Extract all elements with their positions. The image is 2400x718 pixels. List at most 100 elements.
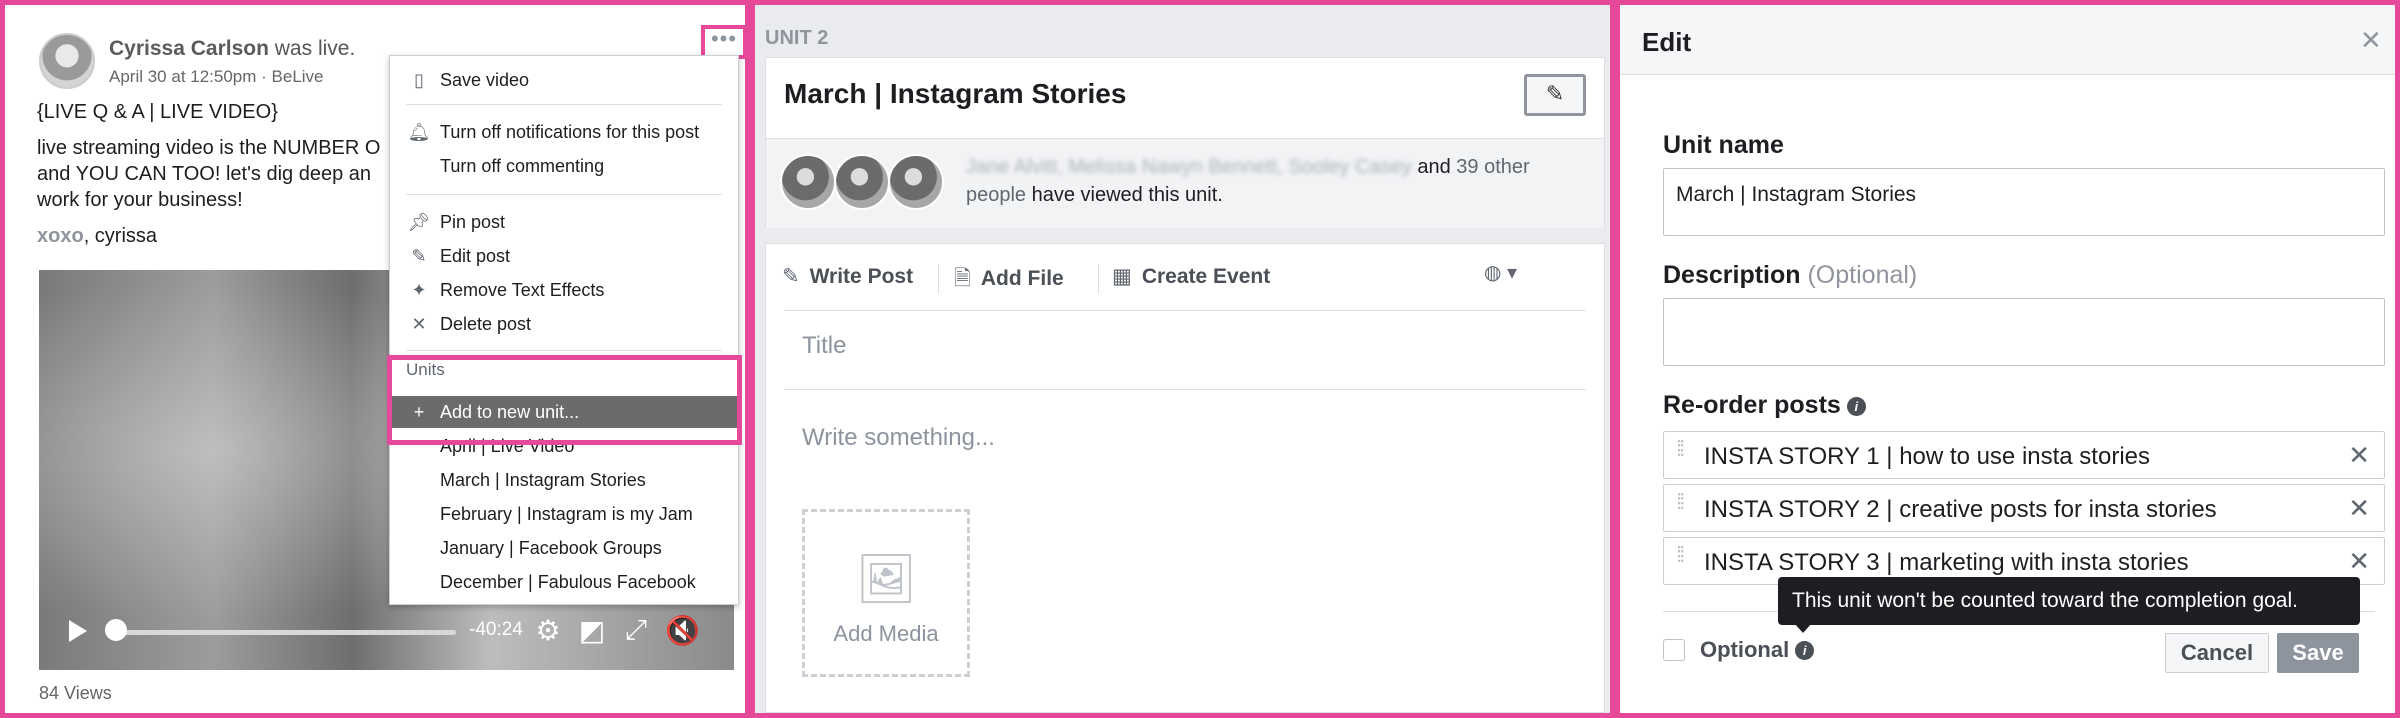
menu-divider bbox=[406, 104, 722, 105]
audience-selector[interactable]: ◍ ▾ bbox=[1484, 260, 1517, 285]
menu-item-remove-text-effects[interactable]: ✦ Remove Text Effects bbox=[390, 274, 738, 306]
menu-item-save-video[interactable]: ▯ Save video bbox=[390, 64, 738, 96]
unit-title: March | Instagram Stories bbox=[784, 78, 1127, 109]
menu-item-label: Edit post bbox=[440, 246, 511, 266]
tab-divider bbox=[1098, 264, 1099, 294]
optional-label-text: Optional bbox=[1700, 637, 1790, 662]
post-line: live streaming video is the NUMBER O bbox=[37, 137, 381, 159]
menu-item-label: Delete post bbox=[440, 314, 532, 334]
tab-label: Add File bbox=[980, 267, 1064, 290]
optional-label: Optional i bbox=[1700, 637, 1815, 663]
unit-label: UNIT 2 bbox=[765, 27, 829, 49]
post-title-input[interactable]: Title bbox=[802, 332, 846, 360]
avatar[interactable] bbox=[39, 33, 95, 89]
unit-name-field[interactable]: March | Instagram Stories bbox=[1663, 168, 2385, 236]
cancel-button[interactable]: Cancel bbox=[2165, 633, 2269, 673]
units-highlight-box bbox=[387, 355, 742, 445]
signature-name: , cyrissa bbox=[83, 225, 158, 247]
viewer-avatar[interactable] bbox=[888, 154, 944, 210]
menu-item-label: Pin post bbox=[440, 212, 506, 232]
sparkle-icon: ✦ bbox=[411, 280, 427, 300]
optional-tooltip: This unit won't be counted toward the co… bbox=[1778, 577, 2360, 633]
more-options-button[interactable]: ••• bbox=[701, 25, 745, 59]
post-line: and YOU CAN TOO! let's dig deep an bbox=[37, 163, 372, 185]
tab-add-file[interactable]: 🗎 Add File bbox=[954, 264, 1064, 299]
file-icon: 🗎 bbox=[954, 267, 971, 290]
description-optional: (Optional) bbox=[1807, 261, 1918, 289]
remove-post-icon[interactable]: ✕ bbox=[2348, 546, 2370, 577]
close-icon[interactable]: ✕ bbox=[2360, 25, 2382, 56]
pin-icon: 📌︎ bbox=[407, 212, 431, 232]
post-meta[interactable]: April 30 at 12:50pm · BeLive bbox=[109, 67, 324, 87]
drag-handle-icon[interactable]: ⁞⁞ bbox=[1676, 491, 1694, 513]
reorder-label: Re-order posts i bbox=[1663, 391, 1866, 420]
post-composer: ✎ Write Post 🗎 Add File ▦ Create Event ◍ ▾ … bbox=[765, 243, 1605, 713]
play-icon[interactable] bbox=[69, 620, 87, 642]
edit-unit-dialog: Edit ✕ Unit name March | Instagram Stori… bbox=[1615, 0, 2400, 718]
viewers-and: and bbox=[1411, 156, 1457, 178]
menu-divider bbox=[406, 350, 722, 351]
description-label-text: Description bbox=[1663, 261, 1801, 289]
save-button[interactable]: Save bbox=[2277, 633, 2359, 673]
menu-item-turn-off-commenting[interactable]: Turn off commenting bbox=[390, 150, 738, 182]
menu-item-turn-off-notifications[interactable]: 🔔︎ Turn off notifications for this post bbox=[390, 116, 738, 148]
post-body-input[interactable]: Write something... bbox=[802, 424, 995, 452]
bookmark-icon: ▯ bbox=[414, 70, 424, 90]
tab-write-post[interactable]: ✎ Write Post bbox=[782, 264, 913, 289]
menu-item-unit[interactable]: March | Instagram Stories bbox=[390, 464, 738, 496]
drag-handle-icon[interactable]: ⁞⁞ bbox=[1676, 544, 1694, 566]
optional-checkbox[interactable] bbox=[1663, 639, 1685, 661]
viewer-avatar[interactable] bbox=[834, 154, 890, 210]
fullscreen-icon[interactable]: ⤢ bbox=[619, 614, 653, 647]
video-time: -40:24 bbox=[469, 619, 523, 640]
menu-divider bbox=[406, 194, 722, 195]
video-progress-track[interactable] bbox=[111, 630, 456, 635]
tab-label: Create Event bbox=[1141, 265, 1271, 288]
menu-item-unit[interactable]: January | Facebook Groups bbox=[390, 532, 738, 564]
description-field[interactable] bbox=[1663, 298, 2385, 366]
settings-gear-icon[interactable]: ⚙ bbox=[531, 614, 565, 647]
viewers-text: Jane Alvitt, Melissa Nawyn Bennett, Sool… bbox=[966, 153, 1586, 209]
ellipsis-icon: ••• bbox=[710, 26, 738, 51]
signature-xoxo: xoxo bbox=[37, 225, 84, 247]
menu-item-label: Remove Text Effects bbox=[440, 280, 605, 300]
post-line: work for your business! bbox=[37, 189, 243, 211]
post-options-menu: ▯ Save video 🔔︎ Turn off notifications for… bbox=[389, 55, 739, 605]
pencil-icon: ✎ bbox=[1545, 81, 1565, 106]
menu-item-delete-post[interactable]: ✕ Delete post bbox=[390, 308, 738, 340]
menu-item-unit[interactable]: December | Fabulous Facebook bbox=[390, 566, 738, 598]
tab-label: Write Post bbox=[809, 265, 914, 288]
unit-viewers: Jane Alvitt, Melissa Nawyn Bennett, Sool… bbox=[766, 138, 1604, 228]
add-media-button[interactable]: 🖼︎ Add Media bbox=[802, 509, 970, 677]
reorder-post-item[interactable]: ⁞⁞ INSTA STORY 2 | creative posts for in… bbox=[1663, 484, 2385, 532]
add-media-label: Add Media bbox=[833, 621, 939, 646]
unit-card: March | Instagram Stories ✎ Jane Alvitt,… bbox=[765, 57, 1605, 228]
info-icon[interactable]: i bbox=[1795, 641, 1815, 660]
post-line: {LIVE Q & A | LIVE VIDEO} bbox=[37, 101, 278, 123]
tab-create-event[interactable]: ▦ Create Event bbox=[1112, 264, 1270, 289]
drag-handle-icon[interactable]: ⁞⁞ bbox=[1676, 438, 1694, 460]
edit-unit-button[interactable]: ✎ bbox=[1524, 74, 1586, 116]
author-name[interactable]: Cyrissa Carlson bbox=[109, 37, 269, 60]
video-scrubber[interactable] bbox=[105, 619, 127, 641]
remove-post-icon[interactable]: ✕ bbox=[2348, 440, 2370, 471]
x-icon: ✕ bbox=[411, 314, 427, 334]
menu-item-edit-post[interactable]: ✎ Edit post bbox=[390, 240, 738, 272]
composer-divider bbox=[784, 389, 1586, 390]
menu-item-pin-post[interactable]: 📌︎ Pin post bbox=[390, 206, 738, 238]
image-add-icon: 🖼︎ bbox=[855, 553, 917, 606]
reorder-post-item[interactable]: ⁞⁞ INSTA STORY 1 | how to use insta stor… bbox=[1663, 431, 2385, 479]
menu-item-unit[interactable]: February | Instagram is my Jam bbox=[390, 498, 738, 530]
viewer-names[interactable]: Jane Alvitt, Melissa Nawyn Bennett, Sool… bbox=[966, 156, 1412, 178]
mute-icon[interactable]: 🔇 bbox=[665, 614, 700, 647]
pencil-icon: ✎ bbox=[782, 265, 800, 288]
remove-post-icon[interactable]: ✕ bbox=[2348, 493, 2370, 524]
menu-item-label: Save video bbox=[440, 70, 530, 90]
picture-in-picture-icon[interactable]: ◩ bbox=[575, 614, 609, 647]
menu-item-label: March | Instagram Stories bbox=[440, 470, 646, 490]
viewer-avatar[interactable] bbox=[780, 154, 836, 210]
post-action: was live. bbox=[274, 37, 356, 60]
menu-item-label: December | Fabulous Facebook bbox=[440, 572, 696, 592]
info-icon[interactable]: i bbox=[1846, 397, 1866, 416]
menu-item-label: January | Facebook Groups bbox=[440, 538, 662, 558]
